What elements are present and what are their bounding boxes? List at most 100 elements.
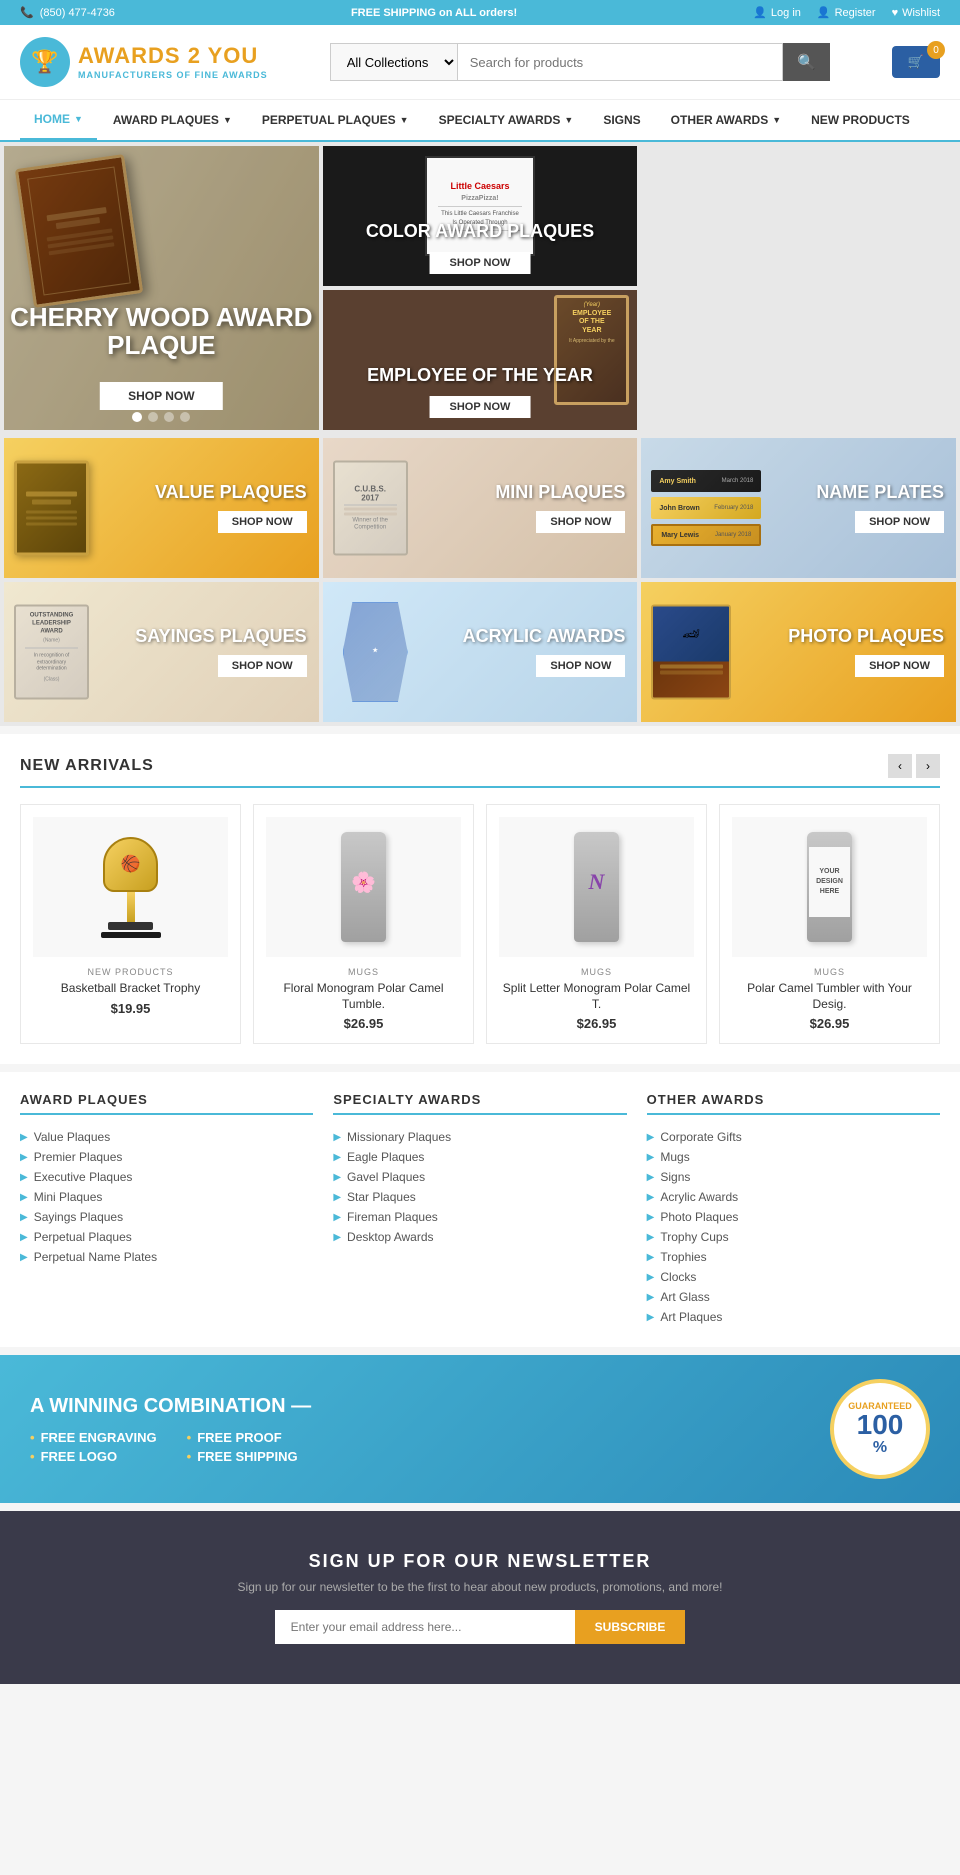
hero-main-shop-btn[interactable]: SHOP NOW [100,382,222,410]
hero-main-text: CHERRY WOOD AWARD PLAQUE [4,303,319,360]
tumbler-letter-img: N [574,832,619,942]
list-item[interactable]: ▶Star Plaques [333,1187,626,1207]
list-item[interactable]: ▶Executive Plaques [20,1167,313,1187]
register-link[interactable]: 👤 Register [817,6,876,19]
hero-dot-2[interactable] [148,412,158,422]
product-card[interactable]: 🌸 MUGS Floral Monogram Polar Camel Tumbl… [253,804,474,1044]
list-item[interactable]: ▶Photo Plaques [647,1207,940,1227]
list-item[interactable]: ▶Mugs [647,1147,940,1167]
search-button[interactable]: 🔍 [783,43,830,81]
list-item[interactable]: ▶Corporate Gifts [647,1127,940,1147]
hero-dot-1[interactable] [132,412,142,422]
bullet-icon: ▶ [20,1252,28,1263]
nav-home[interactable]: HOME ▼ [20,100,97,140]
wishlist-link[interactable]: ♥ Wishlist [892,7,940,19]
footer-cat-title-1: AWARD PLAQUES [20,1092,313,1115]
name-plates-img: Amy Smith March 2018 John Brown February… [651,470,761,546]
list-item[interactable]: ▶Fireman Plaques [333,1207,626,1227]
nav-specialty-awards[interactable]: SPECIALTY AWARDS ▼ [425,101,588,139]
bullet-icon: ▶ [20,1192,28,1203]
winning-item-1: • FREE ENGRAVING [30,1430,157,1445]
bullet-icon: ▶ [20,1212,28,1223]
chevron-down-icon: ▼ [223,115,232,125]
hero-dot-3[interactable] [164,412,174,422]
product-name: Basketball Bracket Trophy [33,981,228,997]
bullet-icon: ▶ [333,1212,341,1223]
nav-other-awards[interactable]: OTHER AWARDS ▼ [657,101,795,139]
list-item[interactable]: ▶Perpetual Plaques [20,1227,313,1247]
tumbler-floral-img: 🌸 [341,832,386,942]
product-price: $26.95 [266,1016,461,1031]
nav-perpetual-plaques[interactable]: PERPETUAL PLAQUES ▼ [248,101,423,139]
cat-value-shop-btn[interactable]: SHOP NOW [218,511,307,533]
new-arrivals-section: NEW ARRIVALS ‹ › 🏀 NEW PRODUCTS Basketba… [0,734,960,1064]
list-item[interactable]: ▶Perpetual Name Plates [20,1247,313,1267]
list-item[interactable]: ▶Eagle Plaques [333,1147,626,1167]
photo-plaque-img: 🏎 [651,605,731,700]
product-card[interactable]: YOURDESIGNHERE MUGS Polar Camel Tumbler … [719,804,940,1044]
collection-select[interactable]: All Collections [330,43,458,81]
list-item[interactable]: ▶Trophy Cups [647,1227,940,1247]
cat-name-shop-btn[interactable]: SHOP NOW [855,511,944,533]
heart-icon: ♥ [892,7,899,19]
list-item[interactable]: ▶Signs [647,1167,940,1187]
color-shop-btn[interactable]: SHOP NOW [430,252,531,274]
footer-cat-award-plaques: AWARD PLAQUES ▶Value Plaques ▶Premier Pl… [20,1092,313,1327]
bullet-icon: ▶ [333,1152,341,1163]
list-item[interactable]: ▶Missionary Plaques [333,1127,626,1147]
login-link[interactable]: 👤 Log in [753,6,801,19]
cat-mini-label: MINI PLAQUES SHOP NOW [495,483,625,533]
logo-title: AWARDS 2 YOU [78,43,268,69]
cat-acrylic-awards: ★ ACRYLIC AWARDS SHOP NOW [323,582,638,722]
main-nav: HOME ▼ AWARD PLAQUES ▼ PERPETUAL PLAQUES… [0,100,960,142]
product-card[interactable]: N MUGS Split Letter Monogram Polar Camel… [486,804,707,1044]
product-img: 🏀 [33,817,228,957]
product-img: N [499,817,694,957]
product-card[interactable]: 🏀 NEW PRODUCTS Basketball Bracket Trophy… [20,804,241,1044]
list-item[interactable]: ▶Gavel Plaques [333,1167,626,1187]
header: 🏆 AWARDS 2 YOU MANUFACTURERS OF FINE AWA… [0,25,960,100]
list-item[interactable]: ▶Sayings Plaques [20,1207,313,1227]
logo-tagline: MANUFACTURERS OF FINE AWARDS [78,70,268,81]
next-arrow-btn[interactable]: › [916,754,940,778]
cat-sayings-shop-btn[interactable]: SHOP NOW [218,655,307,677]
list-item[interactable]: ▶Premier Plaques [20,1147,313,1167]
mini-plaque-img: C.U.B.S.2017 Winner of theCompetition [333,461,408,556]
product-category: MUGS [266,967,461,977]
cat-mini-shop-btn[interactable]: SHOP NOW [536,511,625,533]
nav-award-plaques[interactable]: AWARD PLAQUES ▼ [99,101,246,139]
bullet-icon: • [187,1430,192,1445]
logo[interactable]: 🏆 AWARDS 2 YOU MANUFACTURERS OF FINE AWA… [20,37,268,87]
cat-acrylic-shop-btn[interactable]: SHOP NOW [536,655,625,677]
newsletter-subscribe-btn[interactable]: SUBSCRIBE [575,1610,686,1644]
list-item[interactable]: ▶Mini Plaques [20,1187,313,1207]
hero-dot-4[interactable] [180,412,190,422]
product-category: MUGS [732,967,927,977]
list-item[interactable]: ▶Clocks [647,1267,940,1287]
search-input[interactable] [458,43,783,81]
product-category: NEW PRODUCTS [33,967,228,977]
bullet-icon: ▶ [647,1252,655,1263]
products-grid: 🏀 NEW PRODUCTS Basketball Bracket Trophy… [20,804,940,1044]
bullet-icon: ▶ [647,1172,655,1183]
hero-section: CHERRY WOOD AWARD PLAQUE SHOP NOW Little… [0,142,960,434]
newsletter-email-input[interactable] [275,1610,575,1644]
nav-signs[interactable]: SIGNS [589,101,654,139]
list-item[interactable]: ▶Trophies [647,1247,940,1267]
other-awards-list: ▶Corporate Gifts ▶Mugs ▶Signs ▶Acrylic A… [647,1127,940,1327]
guarantee-percent: % [873,1439,887,1457]
list-item[interactable]: ▶Desktop Awards [333,1227,626,1247]
cart-button[interactable]: 🛒 0 [892,46,940,78]
bullet-icon: ▶ [333,1192,341,1203]
bullet-icon: ▶ [333,1132,341,1143]
chevron-down-icon: ▼ [772,115,781,125]
nav-new-products[interactable]: NEW PRODUCTS [797,101,924,139]
list-item[interactable]: ▶Value Plaques [20,1127,313,1147]
list-item[interactable]: ▶Acrylic Awards [647,1187,940,1207]
bullet-icon: ▶ [647,1272,655,1283]
cat-photo-shop-btn[interactable]: SHOP NOW [855,655,944,677]
prev-arrow-btn[interactable]: ‹ [888,754,912,778]
list-item[interactable]: ▶Art Glass [647,1287,940,1307]
employee-shop-btn[interactable]: SHOP NOW [430,396,531,418]
list-item[interactable]: ▶Art Plaques [647,1307,940,1327]
